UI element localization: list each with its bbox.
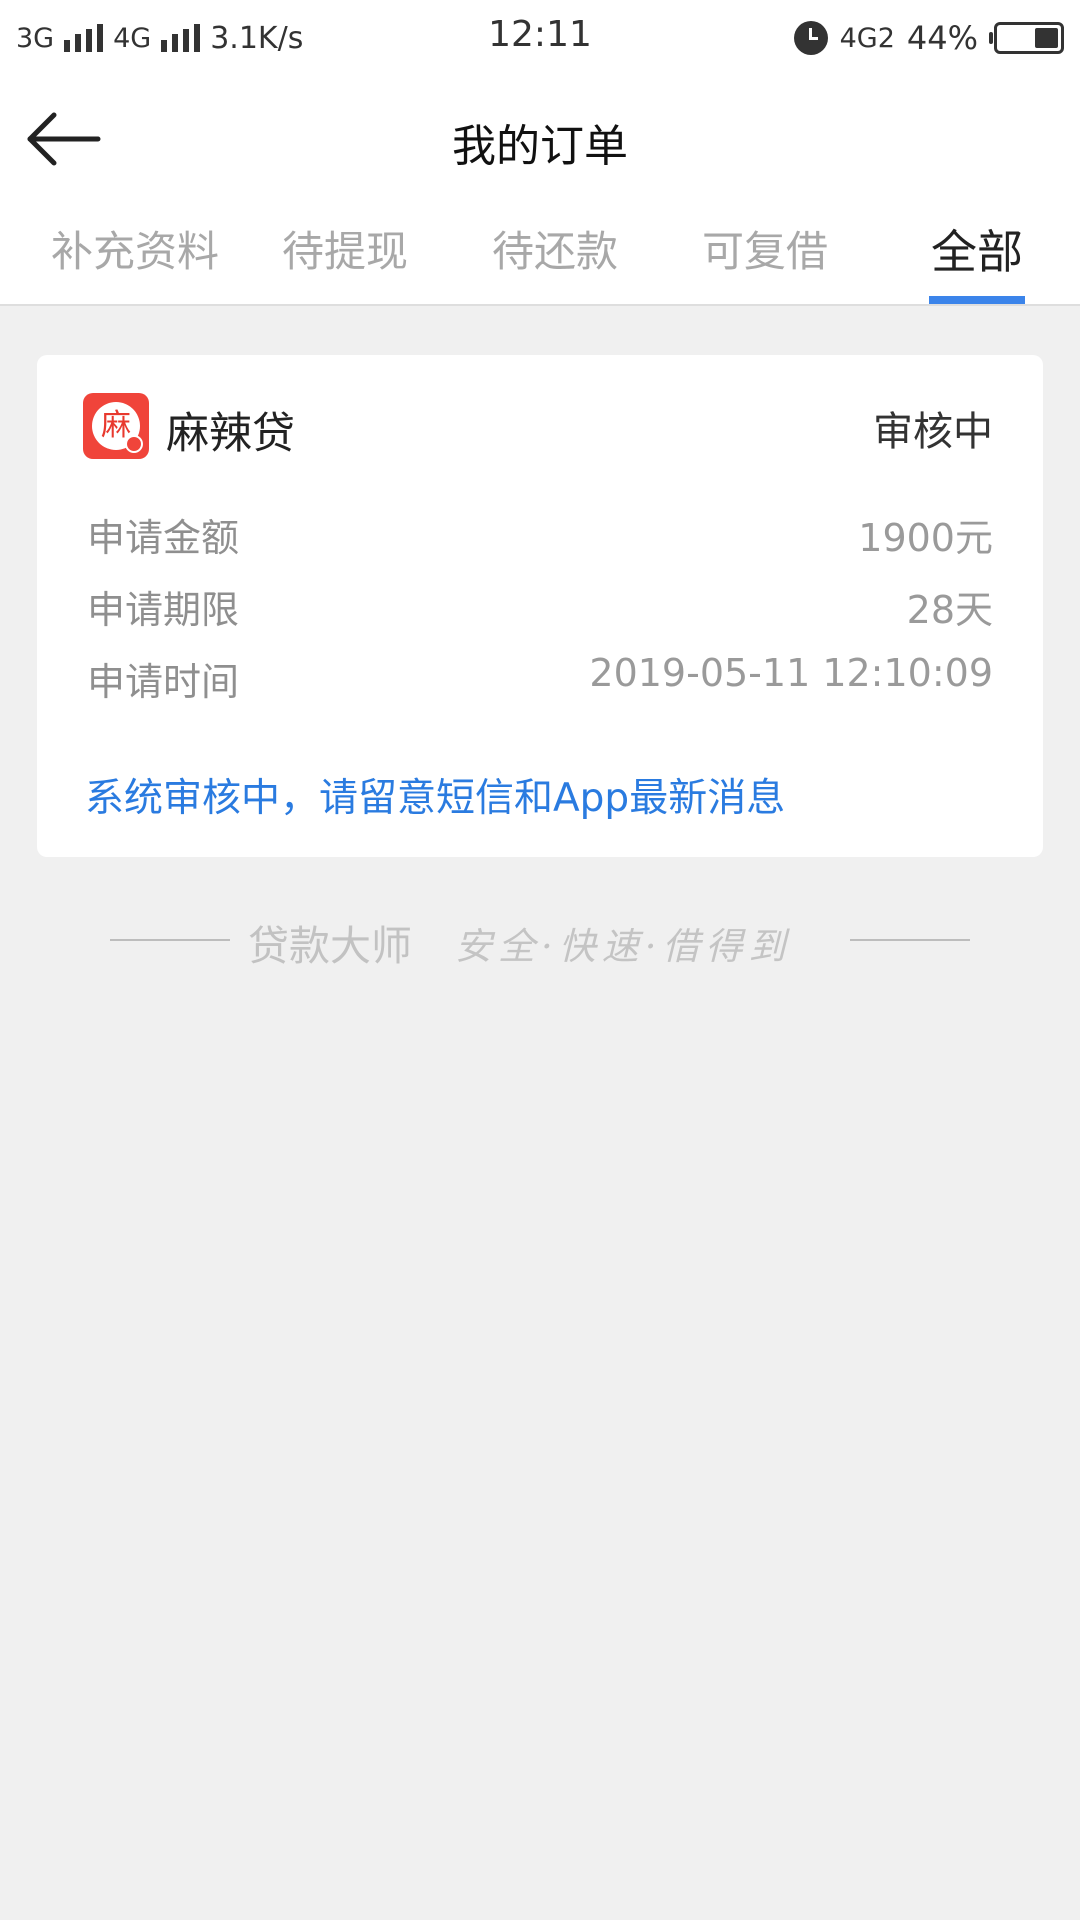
tab-all[interactable]: 全部 bbox=[902, 220, 1052, 304]
page-title: 我的订单 bbox=[452, 121, 628, 172]
detail-label: 申请金额 bbox=[87, 516, 240, 560]
product-name: 麻辣贷 bbox=[166, 409, 295, 459]
divider-line bbox=[110, 939, 230, 941]
detail-value: 2019-05-11 12:10:09 bbox=[589, 651, 993, 695]
nav-bar: 我的订单 bbox=[0, 86, 1080, 192]
detail-label: 申请期限 bbox=[87, 588, 240, 632]
battery-icon bbox=[989, 22, 1064, 54]
arrow-left-icon bbox=[27, 112, 101, 166]
status-bar: 3G 4G 3.1K/s 12:11 4G2 44% bbox=[0, 0, 1080, 76]
app-header-area: 3G 4G 3.1K/s 12:11 4G2 44% 我的订单 补充资料 待提现 bbox=[0, 0, 1080, 306]
back-button[interactable] bbox=[20, 100, 106, 178]
tab-pending-repayment[interactable]: 待还款 bbox=[460, 220, 650, 304]
order-status-label: 审核中 bbox=[873, 409, 993, 455]
detail-label: 申请时间 bbox=[87, 660, 240, 704]
detail-value: 28天 bbox=[906, 588, 993, 632]
detail-row-time: 申请时间 2019-05-11 12:10:09 bbox=[87, 651, 993, 707]
active-tab-indicator bbox=[929, 296, 1025, 304]
divider-line bbox=[850, 939, 970, 941]
battery-percent: 44% bbox=[906, 19, 978, 57]
detail-row-amount: 申请金额 1900元 bbox=[87, 507, 993, 563]
brand-name: 贷款大师 bbox=[248, 922, 412, 970]
logo-badge-icon bbox=[125, 435, 143, 453]
detail-row-term: 申请期限 28天 bbox=[87, 579, 993, 635]
tab-supplement-info[interactable]: 补充资料 bbox=[30, 220, 240, 304]
order-tabs: 补充资料 待提现 待还款 可复借 全部 bbox=[0, 220, 1080, 306]
tab-reborrowable[interactable]: 可复借 bbox=[670, 220, 860, 304]
tab-pending-withdrawal[interactable]: 待提现 bbox=[250, 220, 440, 304]
slogan-text: 安全·快速·借得到 bbox=[455, 925, 792, 968]
review-notice: 系统审核中，请留意短信和App最新消息 bbox=[85, 776, 786, 821]
detail-value: 1900元 bbox=[858, 516, 993, 560]
product-logo: 麻 bbox=[83, 393, 149, 459]
order-card[interactable]: 麻 麻辣贷 审核中 申请金额 1900元 申请期限 28天 申请时间 2019-… bbox=[37, 355, 1043, 857]
data-network-indicator: 4G2 bbox=[839, 22, 895, 54]
alarm-clock-icon bbox=[793, 21, 828, 55]
battery-level-fill bbox=[1035, 28, 1058, 48]
footer-slogan: 贷款大师 安全·快速·借得到 bbox=[110, 912, 970, 972]
status-right: 4G2 44% bbox=[793, 16, 1064, 60]
